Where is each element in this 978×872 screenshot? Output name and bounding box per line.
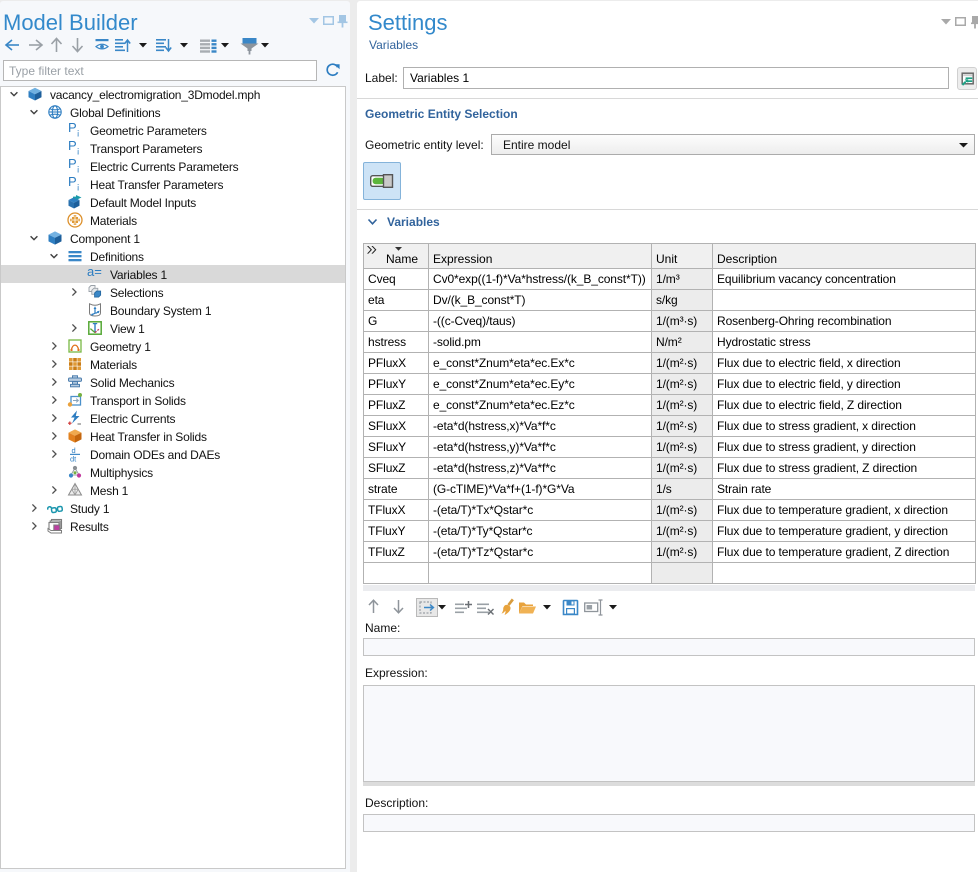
svg-text:dt: dt bbox=[70, 455, 77, 463]
